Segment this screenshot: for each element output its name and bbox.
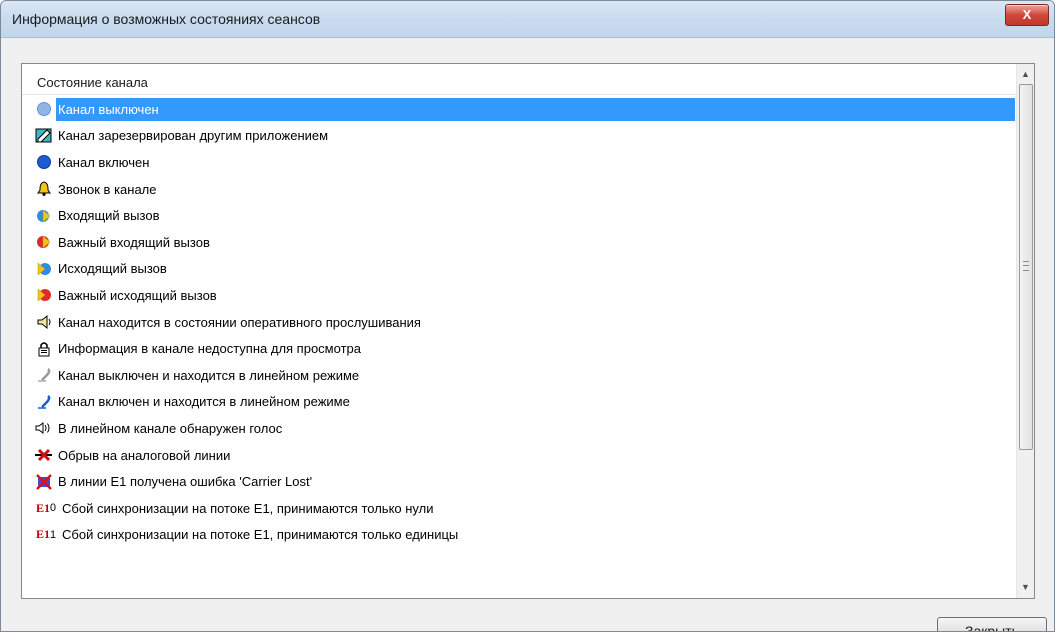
list-item-label: Сбой синхронизации на потоке E1, принима…: [62, 527, 459, 543]
carrier-lost-icon: [35, 473, 53, 491]
list-item-label: Канал включен и находится в линейном реж…: [58, 394, 350, 410]
lock-icon: [35, 340, 53, 358]
scrollbar-thumb[interactable]: [1019, 84, 1033, 450]
list-item[interactable]: Канал находится в состоянии оперативного…: [22, 309, 1015, 336]
list-item-label: Канал выключен и находится в линейном ре…: [58, 367, 360, 383]
list-item-label: Важный исходящий вызов: [58, 287, 217, 303]
list-rows: Канал выключен Канал зарезервирован други…: [22, 96, 1015, 548]
list-item-label: Звонок в канале: [58, 181, 157, 197]
list-item-label: Исходящий вызов: [58, 261, 167, 277]
e1-ones-icon: E1 1: [35, 526, 57, 544]
close-button[interactable]: Закрыть: [937, 617, 1047, 631]
list-item-label: Канал включен: [58, 154, 150, 170]
window-title: Информация о возможных состояниях сеансо…: [12, 11, 321, 27]
list-item-label: В линейном канале обнаружен голос: [58, 420, 283, 436]
list-item[interactable]: Входящий вызов: [22, 202, 1015, 229]
scroll-down-arrow-icon[interactable]: ▼: [1017, 579, 1034, 596]
channel-on-icon: [35, 153, 53, 171]
e1-zeros-icon: E1 0: [35, 499, 57, 517]
column-header[interactable]: Состояние канала: [22, 64, 1015, 95]
list-item[interactable]: Канал выключен: [22, 96, 1015, 123]
e1-superscript: 1: [49, 528, 57, 541]
e1-text: E1: [35, 527, 50, 542]
list-item[interactable]: Информация в канале недоступна для просм…: [22, 335, 1015, 362]
vertical-scrollbar[interactable]: ▲ ▼: [1016, 64, 1034, 598]
dialog-window: Информация о возможных состояниях сеансо…: [0, 0, 1055, 632]
list-item-label: Обрыв на аналоговой линии: [58, 447, 231, 463]
column-header-label: Состояние канала: [37, 75, 148, 90]
list-item-label: Сбой синхронизации на потоке E1, принима…: [62, 500, 434, 516]
important-outgoing-call-icon: [35, 286, 53, 304]
list-item[interactable]: Канал зарезервирован другим приложением: [22, 123, 1015, 150]
line-mode-on-icon: [35, 393, 53, 411]
list-item-label: Канал зарезервирован другим приложением: [58, 128, 329, 144]
list-item-label: В линии E1 получена ошибка 'Carrier Lost…: [58, 474, 313, 490]
states-listbox[interactable]: Состояние канала Канал выключен Канал зар…: [21, 63, 1035, 599]
list-item[interactable]: Важный исходящий вызов: [22, 282, 1015, 309]
channel-off-icon: [35, 100, 53, 118]
list-item[interactable]: Важный входящий вызов: [22, 229, 1015, 256]
window-close-button[interactable]: X: [1005, 4, 1049, 26]
list-item[interactable]: Канал выключен и находится в линейном ре…: [22, 362, 1015, 389]
list-item[interactable]: E1 0 Сбой синхронизации на потоке E1, прин…: [22, 495, 1015, 522]
scrollbar-grip-icon: [1023, 261, 1029, 271]
important-incoming-call-icon: [35, 233, 53, 251]
list-item[interactable]: Обрыв на аналоговой линии: [22, 442, 1015, 469]
line-break-icon: [35, 446, 53, 464]
list-item[interactable]: Звонок в канале: [22, 176, 1015, 203]
list-item[interactable]: E1 1 Сбой синхронизации на потоке E1, прин…: [22, 522, 1015, 549]
list-item-label: Канал находится в состоянии оперативного…: [58, 314, 421, 330]
title-bar: Информация о возможных состояниях сеансо…: [1, 1, 1054, 38]
incoming-call-icon: [35, 207, 53, 225]
scroll-up-arrow-icon[interactable]: ▲: [1017, 66, 1034, 83]
list-item[interactable]: Канал включен и находится в линейном реж…: [22, 389, 1015, 416]
list-item[interactable]: Канал включен: [22, 149, 1015, 176]
dialog-client-area: Состояние канала Канал выключен Канал зар…: [1, 38, 1054, 631]
e1-superscript: 0: [49, 502, 57, 515]
list-item-label: Канал выключен: [56, 97, 1015, 121]
outgoing-call-icon: [35, 260, 53, 278]
list-item-label: Информация в канале недоступна для просм…: [58, 341, 361, 357]
speaker-icon: [35, 313, 53, 331]
voice-detected-icon: [35, 419, 53, 437]
channel-reserved-icon: [35, 127, 53, 145]
list-item-label: Входящий вызов: [58, 208, 160, 224]
e1-text: E1: [35, 500, 50, 515]
line-mode-off-icon: [35, 366, 53, 384]
list-item[interactable]: В линии E1 получена ошибка 'Carrier Lost…: [22, 468, 1015, 495]
list-item[interactable]: В линейном канале обнаружен голос: [22, 415, 1015, 442]
list-item[interactable]: Исходящий вызов: [22, 256, 1015, 283]
bell-icon: [35, 180, 53, 198]
list-item-label: Важный входящий вызов: [58, 234, 210, 250]
